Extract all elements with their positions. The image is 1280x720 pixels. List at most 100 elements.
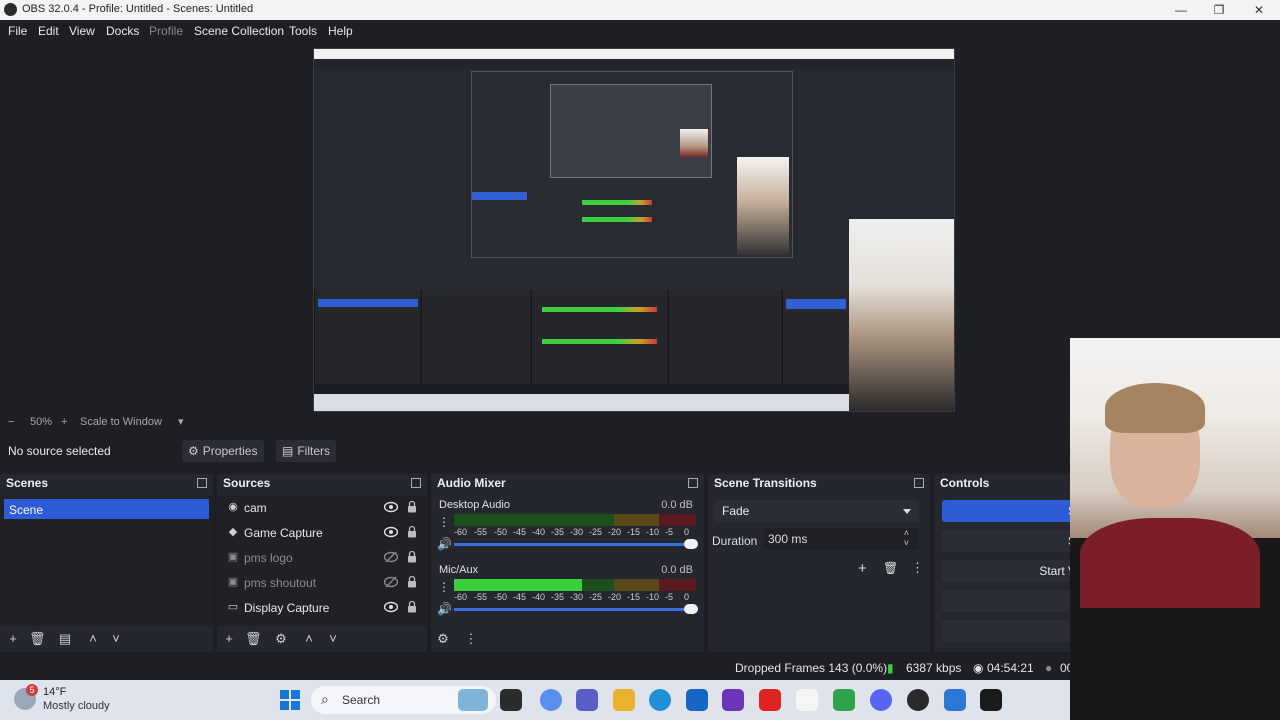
windows-start-icon[interactable] [280,690,300,710]
menu-help[interactable]: Help [328,24,353,38]
mixer-channel-mic-aux: Mic/Aux 0.0 dB ⋮ -60 -55 -50 -45 -40 -35 -30 -2… [431,564,701,624]
undock-icon[interactable] [914,478,924,488]
lock-icon[interactable] [407,525,417,538]
trash-icon[interactable]: 🗑 [245,631,262,647]
nested-meter [542,339,657,344]
menu-file[interactable]: File [8,24,27,38]
menu-scene-collection[interactable]: Scene Collection [194,24,284,38]
duration-spinbox[interactable]: 300 ms ˄ ˅ [764,528,919,550]
scenes-dock-title: Scenes [6,476,49,490]
filter-icon[interactable]: ▤ [57,631,73,647]
undock-icon[interactable] [197,478,207,488]
sources-list[interactable]: ◉ cam ◆ Game Capture ▣ pms logo ▣ pms sh… [217,496,427,626]
move-down-icon[interactable]: ˅ [325,631,341,647]
menu-edit[interactable]: Edit [38,24,59,38]
eye-hidden-icon[interactable] [384,551,398,563]
volume-slider[interactable] [454,539,698,549]
source-row-pms-shoutout[interactable]: ▣ pms shoutout [217,572,427,594]
transition-select[interactable]: Fade [714,500,919,522]
close-button[interactable]: ✕ [1244,1,1274,19]
discord-icon[interactable] [870,689,892,711]
advanced-audio-gear-icon[interactable]: ⚙ [435,631,451,647]
lock-icon[interactable] [407,600,417,613]
eye-icon[interactable] [384,501,398,513]
lock-icon[interactable] [407,500,417,513]
add-scene-icon[interactable]: + [5,631,21,647]
menu-profile[interactable]: Profile [149,24,183,38]
eye-icon[interactable] [384,526,398,538]
speaker-icon[interactable]: 🔊 [437,537,452,551]
source-row-game-capture[interactable]: ◆ Game Capture [217,522,427,544]
volume-slider-handle[interactable] [684,539,698,549]
menu-tools[interactable]: Tools [289,24,317,38]
notepad-icon[interactable] [944,689,966,711]
volume-slider[interactable] [454,604,698,614]
copilot-icon[interactable] [540,689,562,711]
filters-button[interactable]: ▤ Filters [276,440,336,462]
zoom-out-button[interactable]: − [8,416,14,428]
sources-dock: Sources ◉ cam ◆ Game Capture ▣ pms logo … [217,474,427,652]
more-vertical-icon[interactable]: ⋮ [463,631,479,647]
more-vertical-icon[interactable]: ⋮ [911,560,924,576]
amazon-icon[interactable] [796,689,818,711]
preview-canvas[interactable] [313,48,955,412]
undock-icon[interactable] [688,478,698,488]
edge-icon[interactable] [649,689,671,711]
lock-icon[interactable] [407,575,417,588]
source-row-display-capture[interactable]: ▭ Display Capture [217,597,427,619]
start-streaming-button[interactable]: S [942,500,1070,522]
widgets-icon[interactable] [458,689,488,711]
scale-mode-select[interactable]: Scale to Window [80,416,162,428]
move-up-icon[interactable]: ˄ [301,631,317,647]
xbox-icon[interactable] [833,689,855,711]
settings-button[interactable] [942,620,1070,642]
app-icon[interactable] [722,689,744,711]
weather-description[interactable]: Mostly cloudy [43,700,110,712]
trash-icon[interactable]: 🗑 [883,561,898,575]
source-row-cam[interactable]: ◉ cam [217,497,427,519]
eye-icon[interactable] [384,601,398,613]
file-explorer-icon[interactable] [613,689,635,711]
more-vertical-icon[interactable]: ⋮ [438,580,450,594]
youtube-icon[interactable] [759,689,781,711]
speaker-icon[interactable]: 🔊 [437,602,452,616]
more-vertical-icon[interactable]: ⋮ [438,515,450,529]
transition-select-value: Fade [722,504,750,518]
menu-docks[interactable]: Docks [106,24,139,38]
minimize-button[interactable]: — [1166,1,1196,19]
scenes-list[interactable]: Scene [0,496,213,626]
lock-icon[interactable] [407,550,417,563]
properties-button[interactable]: ⚙ Properties [182,440,264,462]
spin-down-icon[interactable]: ˅ [904,538,909,548]
eye-hidden-icon[interactable] [384,576,398,588]
start-virtual-camera-button[interactable]: Start V [942,560,1070,582]
add-source-icon[interactable]: + [221,631,237,647]
store-icon[interactable] [686,689,708,711]
start-recording-button[interactable]: S [942,530,1070,552]
undock-icon[interactable] [411,478,421,488]
studio-mode-button[interactable] [942,590,1070,612]
add-transition-icon[interactable]: + [858,560,867,577]
weather-temperature[interactable]: 14°F [43,686,66,698]
scene-item[interactable]: Scene [4,499,209,519]
move-down-icon[interactable]: ˅ [108,631,124,647]
volume-slider-handle[interactable] [684,604,698,614]
meter-tick-label: -35 [551,527,565,537]
source-row-pms-logo[interactable]: ▣ pms logo [217,547,427,569]
zoom-in-button[interactable]: + [61,416,67,428]
menu-view[interactable]: View [69,24,95,38]
obs-icon[interactable] [907,689,929,711]
status-bar: Dropped Frames 143 (0.0%) ▮ 6387 kbps ◉ … [0,656,1073,680]
move-up-icon[interactable]: ˄ [85,631,101,647]
spin-up-icon[interactable]: ˄ [904,528,909,538]
chevron-down-icon[interactable]: ▾ [178,415,184,428]
controls-dock: Controls S S Start V [934,474,1070,652]
maximize-button[interactable]: ❐ [1204,1,1234,19]
trash-icon[interactable]: 🗑 [29,631,46,647]
teams-icon[interactable] [576,689,598,711]
task-view-icon[interactable] [500,689,522,711]
meter-tick-label: -25 [589,592,603,602]
nested-sources-dock [421,289,530,384]
gear-icon[interactable]: ⚙ [273,631,289,647]
capcut-icon[interactable] [980,689,1002,711]
